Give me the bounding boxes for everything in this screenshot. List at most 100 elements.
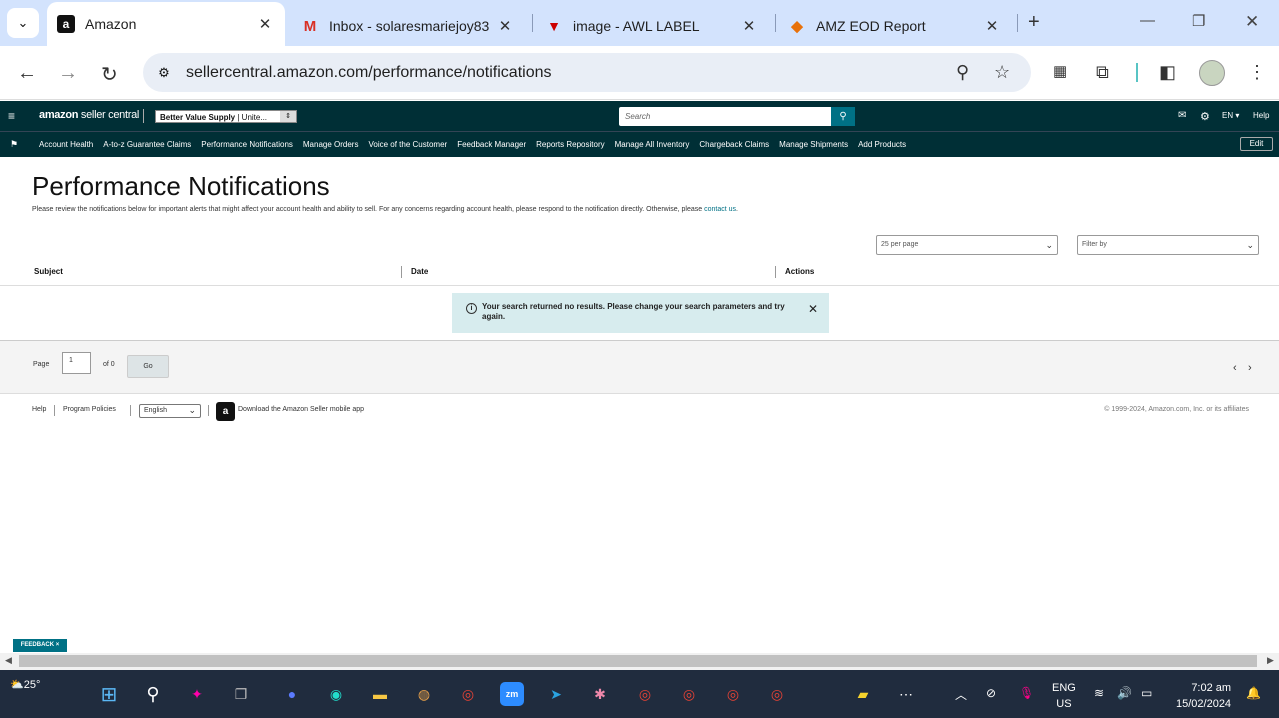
- search-input[interactable]: Search: [619, 107, 831, 126]
- tab-amazon[interactable]: a Amazon ✕: [47, 2, 285, 46]
- browser-menu-icon[interactable]: ⋮: [1248, 62, 1266, 83]
- edit-nav-button[interactable]: Edit: [1240, 137, 1273, 151]
- more-apps-icon[interactable]: ⋯: [894, 682, 918, 706]
- bookmark-star-icon[interactable]: ☆: [994, 62, 1010, 83]
- filter-by-select[interactable]: Filter by ⌄: [1077, 235, 1259, 255]
- column-subject[interactable]: Subject: [34, 267, 63, 276]
- column-actions: Actions: [785, 267, 815, 276]
- notification-bell-icon[interactable]: 🔔: [1246, 686, 1261, 700]
- zoom-icon[interactable]: ⚲: [956, 62, 969, 83]
- nav-item-atoz-claims[interactable]: A-to-z Guarantee Claims: [103, 140, 191, 149]
- input-language[interactable]: ENG US: [1052, 680, 1076, 712]
- chrome-profile-icon[interactable]: ◎: [721, 682, 745, 706]
- minimize-icon[interactable]: —: [1140, 12, 1155, 29]
- browser-tab-strip: ⌄ a Amazon ✕ M Inbox - solaresmariejoy83…: [0, 0, 1279, 46]
- scroll-right-icon[interactable]: ▶: [1267, 655, 1274, 666]
- bookmark-icon[interactable]: ⚑: [10, 139, 18, 150]
- weather-widget[interactable]: ⛅25°: [10, 678, 40, 691]
- forward-icon[interactable]: →: [58, 62, 78, 85]
- close-tab-icon[interactable]: ✕: [495, 17, 515, 35]
- next-page-icon[interactable]: ›: [1248, 362, 1252, 374]
- close-alert-icon[interactable]: ✕: [808, 302, 818, 316]
- nav-item-manage-orders[interactable]: Manage Orders: [303, 140, 359, 149]
- sticky-notes-icon[interactable]: ▰: [851, 682, 875, 706]
- nav-item-voice-of-customer[interactable]: Voice of the Customer: [368, 140, 447, 149]
- column-date[interactable]: Date: [411, 267, 428, 276]
- scroll-left-icon[interactable]: ◀: [5, 655, 12, 666]
- per-page-select[interactable]: 25 per page ⌄: [876, 235, 1058, 255]
- meet-icon[interactable]: ●: [280, 682, 304, 706]
- download-app-link[interactable]: Download the Amazon Seller mobile app: [238, 406, 364, 413]
- tray-chevron-icon[interactable]: ︿: [955, 686, 967, 703]
- app-icon[interactable]: ◍: [412, 682, 436, 706]
- wifi-icon[interactable]: ≋: [1094, 686, 1104, 700]
- close-tab-icon[interactable]: ✕: [255, 15, 275, 33]
- back-icon[interactable]: ←: [17, 62, 37, 85]
- mail-icon[interactable]: ✉: [1178, 110, 1186, 121]
- extensions-icon[interactable]: ⧉: [1096, 62, 1109, 83]
- restore-icon[interactable]: ❐: [1192, 12, 1205, 30]
- column-divider: [775, 266, 776, 278]
- chrome-icon[interactable]: ◎: [456, 682, 480, 706]
- site-info-icon[interactable]: ⚙: [153, 62, 175, 84]
- nav-item-reports-repository[interactable]: Reports Repository: [536, 140, 604, 149]
- nav-item-manage-inventory[interactable]: Manage All Inventory: [615, 140, 690, 149]
- tab-amz-eod[interactable]: ◆ AMZ EOD Report ✕: [778, 6, 1012, 46]
- footer-divider: [54, 405, 55, 416]
- nav-item-chargeback-claims[interactable]: Chargeback Claims: [699, 140, 769, 149]
- chrome-profile-icon[interactable]: ◎: [677, 682, 701, 706]
- start-icon[interactable]: ⊞: [97, 682, 121, 706]
- qr-code-icon[interactable]: ▦: [1053, 62, 1067, 80]
- previous-page-icon[interactable]: ‹: [1233, 362, 1237, 374]
- go-button[interactable]: Go: [127, 355, 169, 378]
- hamburger-menu-icon[interactable]: ≡: [8, 109, 15, 123]
- language-selector[interactable]: EN ▾: [1222, 111, 1239, 120]
- store-selector[interactable]: Better Value Supply | Unite... ⇕: [155, 110, 297, 123]
- telegram-icon[interactable]: ➤: [544, 682, 568, 706]
- tab-search-dropdown[interactable]: ⌄: [7, 8, 39, 38]
- close-tab-icon[interactable]: ✕: [982, 17, 1002, 35]
- nav-item-performance-notifications[interactable]: Performance Notifications: [201, 140, 293, 149]
- reload-icon[interactable]: ↻: [101, 62, 118, 87]
- window-close-icon[interactable]: ✕: [1245, 12, 1259, 32]
- url-text[interactable]: sellercentral.amazon.com/performance/not…: [186, 64, 552, 82]
- copilot-icon[interactable]: ✦: [185, 682, 209, 706]
- contact-us-link[interactable]: contact us: [704, 206, 736, 213]
- feedback-button[interactable]: FEEDBACK ×: [13, 639, 67, 652]
- search-button[interactable]: ⚲: [831, 107, 855, 126]
- horizontal-scrollbar[interactable]: ◀ ▶: [0, 653, 1279, 670]
- clock[interactable]: 7:02 am 15/02/2024: [1176, 680, 1231, 712]
- new-tab-icon[interactable]: +: [1028, 11, 1040, 34]
- language-select[interactable]: English ⌄: [139, 404, 201, 418]
- tab-awl-label[interactable]: ▼ image - AWL LABEL ✕: [535, 6, 769, 46]
- side-panel-icon[interactable]: ◧: [1159, 62, 1176, 83]
- amazon-app-icon[interactable]: a: [216, 402, 235, 421]
- footer-help-link[interactable]: Help: [32, 406, 46, 413]
- page-number-input[interactable]: 1: [62, 352, 91, 374]
- program-policies-link[interactable]: Program Policies: [63, 406, 116, 413]
- microphone-icon[interactable]: 🎙: [1019, 686, 1034, 700]
- seller-central-logo[interactable]: amazon seller central: [39, 109, 139, 121]
- search-icon[interactable]: ⚲: [141, 682, 165, 706]
- chrome-profile-icon[interactable]: ◎: [633, 682, 657, 706]
- slack-icon[interactable]: ✱: [588, 682, 612, 706]
- profile-avatar[interactable]: [1199, 60, 1225, 86]
- gear-icon[interactable]: ⚙: [1200, 110, 1210, 123]
- nav-item-add-products[interactable]: Add Products: [858, 140, 906, 149]
- nav-item-account-health[interactable]: Account Health: [39, 140, 93, 149]
- chrome-profile-icon[interactable]: ◎: [765, 682, 789, 706]
- file-explorer-icon[interactable]: ▬: [368, 682, 392, 706]
- close-tab-icon[interactable]: ✕: [739, 17, 759, 35]
- tab-gmail[interactable]: M Inbox - solaresmariejoy83 ✕: [291, 6, 525, 46]
- nav-item-manage-shipments[interactable]: Manage Shipments: [779, 140, 848, 149]
- omnibox[interactable]: ⚙ sellercentral.amazon.com/performance/n…: [143, 53, 1031, 92]
- volume-icon[interactable]: 🔊: [1117, 686, 1132, 700]
- help-link[interactable]: Help: [1253, 111, 1269, 120]
- zoom-icon[interactable]: zm: [500, 682, 524, 706]
- network-off-icon[interactable]: ⊘: [986, 686, 996, 700]
- nav-item-feedback-manager[interactable]: Feedback Manager: [457, 140, 526, 149]
- task-view-icon[interactable]: ❐: [229, 682, 253, 706]
- battery-icon[interactable]: ▭: [1141, 686, 1152, 700]
- scrollbar-thumb[interactable]: [19, 655, 1257, 667]
- edge-icon[interactable]: ◉: [324, 682, 348, 706]
